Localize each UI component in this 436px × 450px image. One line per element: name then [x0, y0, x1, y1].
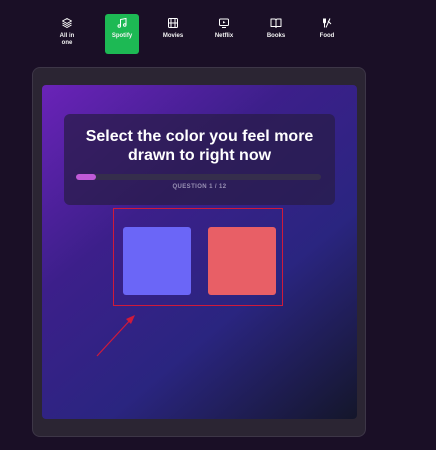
color-option-blue[interactable] — [123, 227, 191, 295]
book-icon — [270, 18, 282, 28]
progress-label: QUESTION 1 / 12 — [172, 184, 227, 190]
nav-item-label: Books — [266, 33, 286, 39]
quiz-stage: Select the color you feel more drawn to … — [42, 85, 357, 419]
nav-item-label: Netflix — [214, 33, 234, 39]
film-icon — [168, 18, 178, 28]
music-note-icon — [117, 17, 127, 28]
nav-item-movies[interactable]: Movies — [156, 14, 190, 54]
nav-item-food[interactable]: Food — [310, 14, 344, 54]
progress-fill — [76, 174, 97, 180]
nav-item-netflix[interactable]: Netflix — [207, 14, 241, 54]
nav-item-label: All in one — [59, 33, 75, 46]
category-nav: All in one Spotify Movies Netflix Books … — [50, 14, 350, 54]
nav-item-spotify[interactable]: Spotify — [105, 14, 139, 54]
layers-icon — [62, 18, 72, 28]
nav-item-label: Movies — [162, 33, 184, 39]
nav-item-label: Spotify — [111, 33, 133, 39]
nav-item-label: Food — [319, 33, 335, 39]
nav-item-books[interactable]: Books — [259, 14, 293, 54]
progress-bar — [76, 174, 321, 180]
question-card: Select the color you feel more drawn to … — [64, 114, 335, 205]
question-title: Select the color you feel more drawn to … — [85, 128, 314, 164]
tv-icon — [219, 18, 229, 28]
utensils-icon — [323, 18, 332, 28]
color-option-red[interactable] — [208, 227, 276, 295]
nav-item-all-in-one[interactable]: All in one — [50, 14, 84, 54]
